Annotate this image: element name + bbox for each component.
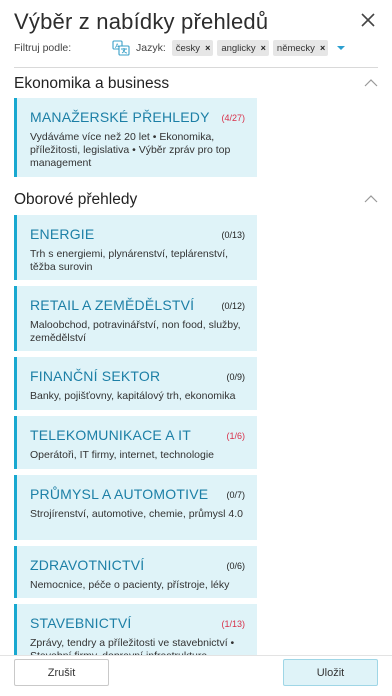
card-description: Banky, pojišťovny, kapitálový trh, ekono…	[30, 390, 236, 402]
section-title: Ekonomika a business	[14, 75, 170, 92]
language-chip-anglicky[interactable]: anglicky ×	[217, 40, 269, 56]
card-count: (0/6)	[226, 561, 245, 571]
card-count: (0/13)	[221, 230, 245, 240]
card-count: (1/6)	[226, 431, 245, 441]
language-chip-nemecky[interactable]: německy ×	[272, 40, 329, 56]
card-title: PRŮMYSL A AUTOMOTIVE	[30, 486, 209, 502]
dialog-header: Výběr z nabídky přehledů Filtruj podle: …	[0, 0, 392, 70]
card-title: ZDRAVOTNICTVÍ	[30, 557, 145, 573]
dialog-footer: Zrušit Uložit	[0, 655, 392, 696]
translate-icon: A	[112, 40, 130, 56]
card-title: STAVEBNICTVÍ	[30, 615, 132, 631]
dialog-title: Výběr z nabídky přehledů	[14, 9, 269, 34]
chip-label: německy	[276, 42, 315, 54]
remove-chip-icon[interactable]: ×	[205, 43, 210, 53]
chip-label: anglicky	[221, 42, 256, 54]
card-count: (0/7)	[226, 490, 245, 500]
card-count: (0/9)	[226, 372, 245, 382]
dropdown-arrow-icon[interactable]	[336, 43, 346, 53]
save-button[interactable]: Uložit	[283, 659, 378, 686]
card-title: ENERGIE	[30, 226, 95, 242]
card-count: (4/27)	[221, 113, 245, 123]
language-label: Jazyk:	[136, 42, 166, 54]
card-description: Zprávy, tendry a příležitosti ve stavebn…	[30, 637, 235, 655]
filter-label: Filtruj podle:	[14, 42, 72, 54]
cancel-button[interactable]: Zrušit	[14, 659, 109, 686]
overview-card-manazerske[interactable]: MANAŽERSKÉ PŘEHLEDY (4/27) Vydáváme více…	[14, 98, 257, 177]
chip-label: česky	[175, 42, 201, 54]
card-description: Vydáváme více než 20 let • Ekonomika, př…	[30, 131, 231, 169]
chevron-up-icon[interactable]	[364, 194, 378, 204]
overview-card-prumysl[interactable]: PRŮMYSL A AUTOMOTIVE (0/7) Strojírenství…	[14, 475, 257, 540]
overview-card-energie[interactable]: ENERGIE (0/13) Trh s energiemi, plynáren…	[14, 215, 257, 280]
filter-row: Filtruj podle: A Jazyk: česky × anglicky…	[14, 38, 380, 58]
overview-card-telekomunikace[interactable]: TELEKOMUNIKACE A IT (1/6) Operátoři, IT …	[14, 416, 257, 469]
remove-chip-icon[interactable]: ×	[261, 43, 266, 53]
overview-card-financni[interactable]: FINANČNÍ SEKTOR (0/9) Banky, pojišťovny,…	[14, 357, 257, 410]
section-header-oborove[interactable]: Oborové přehledy	[14, 189, 378, 213]
section-title: Oborové přehledy	[14, 191, 138, 208]
card-title: TELEKOMUNIKACE A IT	[30, 427, 191, 443]
overview-card-retail[interactable]: RETAIL A ZEMĚDĚLSTVÍ (0/12) Maloobchod, …	[14, 286, 257, 351]
overview-list[interactable]: Ekonomika a business MANAŽERSKÉ PŘEHLEDY…	[0, 67, 392, 655]
card-description: Operátoři, IT firmy, internet, technolog…	[30, 449, 215, 461]
card-title: FINANČNÍ SEKTOR	[30, 368, 161, 384]
card-description: Strojírenství, automotive, chemie, průmy…	[30, 508, 243, 520]
card-title: MANAŽERSKÉ PŘEHLEDY	[30, 109, 210, 125]
overview-selection-dialog: Výběr z nabídky přehledů Filtruj podle: …	[0, 0, 392, 696]
card-description: Trh s energiemi, plynárenství, teplárens…	[30, 248, 229, 273]
section-header-ekonomika[interactable]: Ekonomika a business	[14, 73, 378, 97]
card-title: RETAIL A ZEMĚDĚLSTVÍ	[30, 297, 195, 313]
card-description: Nemocnice, péče o pacienty, přístroje, l…	[30, 579, 230, 591]
card-count: (0/12)	[221, 301, 245, 311]
language-chip-cesky[interactable]: česky ×	[171, 40, 214, 56]
divider	[14, 67, 378, 68]
card-count: (1/13)	[221, 619, 245, 629]
close-icon	[361, 13, 375, 27]
overview-card-stavebnictvi[interactable]: STAVEBNICTVÍ (1/13) Zprávy, tendry a pří…	[14, 604, 257, 655]
close-button[interactable]	[358, 10, 378, 30]
overview-card-zdravotnictvi[interactable]: ZDRAVOTNICTVÍ (0/6) Nemocnice, péče o pa…	[14, 546, 257, 598]
chevron-up-icon[interactable]	[364, 78, 378, 88]
remove-chip-icon[interactable]: ×	[320, 43, 325, 53]
card-description: Maloobchod, potravinářství, non food, sl…	[30, 319, 241, 344]
